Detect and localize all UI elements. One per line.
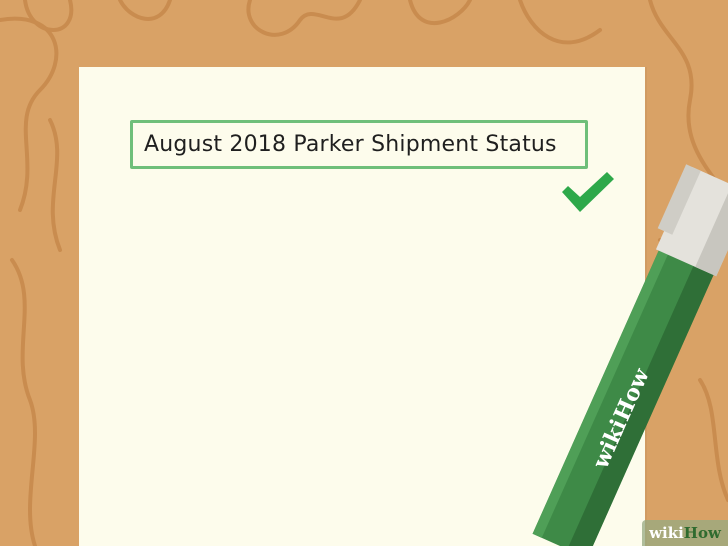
wikihow-watermark: wiki How (642, 520, 728, 546)
watermark-how: How (683, 524, 721, 542)
email-subject-text: August 2018 Parker Shipment Status (144, 132, 557, 157)
check-icon (562, 172, 614, 212)
subject-highlight-box: August 2018 Parker Shipment Status (130, 120, 588, 169)
watermark-wiki: wiki (649, 524, 684, 542)
scene: August 2018 Parker Shipment Status wiki … (0, 0, 728, 546)
